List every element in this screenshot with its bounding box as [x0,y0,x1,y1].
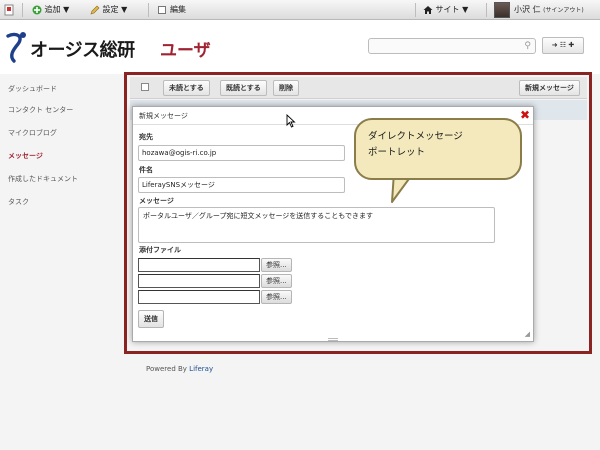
callout-text: ダイレクトメッセージ ポートレット [368,129,463,161]
to-field[interactable]: hozawa@ogis-ri.co.jp [138,145,345,161]
user-menu[interactable]: 小沢 仁 (サインアウト) [494,0,584,20]
callout-balloon: ダイレクトメッセージ ポートレット [354,118,522,180]
add-menu-label: 追加 ▼ [44,5,70,14]
add-icon [32,5,42,14]
sidebar-item-microblog[interactable]: マイクロブログ [8,128,57,138]
message-label: メッセージ [139,197,174,205]
company-logo-text: オージス総研 [30,40,135,61]
pencil-icon [90,5,100,14]
powered-by: Powered By Liferay [146,365,213,373]
dock-divider [148,3,149,17]
settings-menu-label: 設定 ▼ [102,5,128,14]
site-menu-label: サイト ▼ [435,5,469,14]
dialog-drag-grip[interactable] [328,338,338,341]
home-icon [423,5,433,14]
search-button[interactable]: ➜ ☷ ✚ [542,37,584,54]
message-textarea[interactable]: ポータルユーザ／グループ宛に短文メッセージを送信することもできます [138,207,495,243]
subject-label: 件名 [139,166,153,174]
sidebar: ダッシュボード コンタクト センター マイクロブログ メッセージ 作成したドキュ… [0,74,122,450]
edit-toggle[interactable]: 編集 [158,0,186,20]
liferay-link[interactable]: Liferay [189,365,213,373]
close-icon[interactable]: ✖ [520,108,530,122]
send-button[interactable]: 送信 [138,310,164,328]
attachment-file-input-1[interactable] [138,258,260,272]
avatar[interactable] [494,1,510,18]
dock-divider [486,3,487,17]
edit-label: 編集 [170,5,186,14]
dock-divider [22,3,23,17]
resize-handle-icon[interactable]: ◢ [525,330,530,338]
subject-field[interactable]: LiferaySNSメッセージ [138,177,345,193]
browse-button-1[interactable]: 参照... [261,258,292,272]
dock-divider [415,3,416,17]
signout-link[interactable]: (サインアウト) [543,7,584,14]
powered-by-text: Powered By [146,365,187,373]
sidebar-item-tasks[interactable]: タスク [8,197,29,207]
liferay-icon[interactable] [4,0,14,20]
sidebar-item-dashboard[interactable]: ダッシュボード [8,84,57,94]
dock-bar: 追加 ▼ 設定 ▼ 編集 サイト ▼ 小沢 仁 (サインアウト) [0,0,600,20]
page-header: オージス総研 ユーザ ⚲ ➜ ☷ ✚ [0,20,600,74]
add-menu[interactable]: 追加 ▼ [32,0,69,20]
site-menu[interactable]: サイト ▼ [423,0,468,20]
attachment-file-input-2[interactable] [138,274,260,288]
callout-line-1: ダイレクトメッセージ [368,131,463,142]
mouse-cursor-icon [286,114,296,128]
user-name: 小沢 仁 [514,5,541,14]
browse-button-2[interactable]: 参照... [261,274,292,288]
sidebar-item-messages[interactable]: メッセージ [8,151,43,161]
sidebar-item-contacts[interactable]: コンタクト センター [8,105,73,115]
edit-checkbox[interactable] [158,5,166,14]
search-icon[interactable]: ⚲ [524,41,531,51]
settings-menu[interactable]: 設定 ▼ [90,0,127,20]
to-label: 宛先 [139,133,153,141]
dialog-title: 新規メッセージ [139,112,188,120]
attachments-label: 添付ファイル [139,246,181,254]
company-logo-icon [6,32,26,63]
sidebar-item-my-documents[interactable]: 作成したドキュメント [8,174,78,184]
browse-button-3[interactable]: 参照... [261,290,292,304]
attachment-file-input-3[interactable] [138,290,260,304]
page-title: ユーザ [160,41,211,61]
callout-line-2: ポートレット [368,147,426,158]
search-input[interactable]: ⚲ [368,38,536,54]
